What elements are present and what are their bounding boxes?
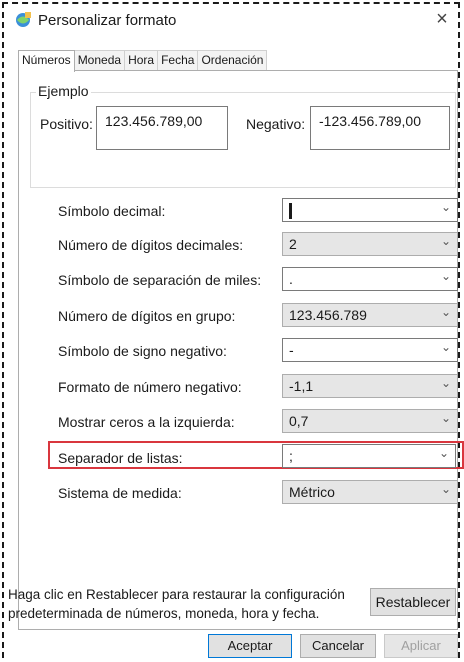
chevron-down-icon: ⌄: [440, 411, 451, 425]
digit-grouping-value: 123.456.789: [289, 307, 367, 323]
chevron-down-icon: ⌄: [440, 340, 451, 354]
decimal-digits-select[interactable]: 2 ⌄: [282, 232, 458, 256]
tab-fecha[interactable]: Fecha: [157, 50, 199, 70]
chevron-down-icon: ⌄: [438, 446, 449, 460]
negative-format-select[interactable]: -1,1 ⌄: [282, 374, 458, 398]
app-icon: [16, 12, 31, 27]
decimal-symbol-label: Símbolo decimal:: [58, 203, 166, 219]
chevron-down-icon: ⌄: [440, 234, 451, 248]
apply-button[interactable]: Aplicar: [384, 634, 458, 658]
negative-example: -123.456.789,00: [310, 106, 450, 150]
decimal-symbol-value: [289, 202, 292, 222]
chevron-down-icon: ⌄: [440, 269, 451, 283]
tab-hora[interactable]: Hora: [124, 50, 159, 70]
negative-sign-value: -: [289, 342, 294, 358]
tab-numeros[interactable]: Números: [18, 50, 75, 72]
list-separator-label: Separador de listas:: [58, 450, 183, 466]
title-bar: Personalizar formato ×: [14, 8, 454, 34]
reset-button[interactable]: Restablecer: [370, 588, 456, 616]
tab-ordenacion[interactable]: Ordenación: [197, 50, 268, 70]
tab-bar: Números Moneda Hora Fecha Ordenación: [18, 50, 268, 72]
decimal-symbol-combo[interactable]: ⌄: [282, 198, 458, 222]
ok-button[interactable]: Aceptar: [208, 634, 292, 658]
text-cursor: [289, 203, 292, 219]
positive-example: 123.456.789,00: [96, 106, 228, 150]
measurement-system-label: Sistema de medida:: [58, 485, 182, 501]
negative-label: Negativo:: [246, 116, 306, 132]
measurement-system-select[interactable]: Métrico ⌄: [282, 480, 458, 504]
chevron-down-icon: ⌄: [440, 376, 451, 390]
positive-label: Positivo:: [40, 116, 93, 132]
window-title: Personalizar formato: [38, 12, 177, 29]
cancel-button[interactable]: Cancelar: [300, 634, 376, 658]
negative-format-value: -1,1: [289, 378, 314, 394]
thousands-separator-value: .: [289, 271, 293, 287]
chevron-down-icon: ⌄: [440, 482, 451, 496]
reset-help-line-1: Haga clic en Restablecer para restaurar …: [8, 587, 345, 602]
reset-help-text: Haga clic en Restablecer para restaurar …: [8, 585, 348, 623]
thousands-separator-label: Símbolo de separación de miles:: [58, 272, 262, 288]
negative-format-label: Formato de número negativo:: [58, 379, 242, 395]
list-separator-combo[interactable]: ; ⌄: [282, 444, 456, 468]
decimal-digits-label: Número de dígitos decimales:: [58, 237, 244, 253]
decimal-digits-value: 2: [289, 236, 297, 252]
measurement-system-value: Métrico: [289, 484, 335, 500]
tab-moneda[interactable]: Moneda: [73, 50, 126, 70]
digit-grouping-label: Número de dígitos en grupo:: [58, 308, 236, 324]
negative-sign-combo[interactable]: - ⌄: [282, 338, 458, 362]
digit-grouping-select[interactable]: 123.456.789 ⌄: [282, 303, 458, 327]
example-legend: Ejemplo: [36, 83, 91, 99]
negative-sign-label: Símbolo de signo negativo:: [58, 343, 227, 359]
leading-zeros-label: Mostrar ceros a la izquierda:: [58, 414, 235, 430]
close-icon[interactable]: ×: [430, 8, 454, 32]
thousands-separator-combo[interactable]: . ⌄: [282, 267, 458, 291]
chevron-down-icon: ⌄: [440, 200, 451, 214]
chevron-down-icon: ⌄: [440, 305, 451, 319]
leading-zeros-value: 0,7: [289, 413, 309, 429]
list-separator-value: ;: [289, 448, 293, 464]
reset-help-line-2: predeterminada de números, moneda, hora …: [8, 606, 320, 621]
leading-zeros-select[interactable]: 0,7 ⌄: [282, 409, 458, 433]
